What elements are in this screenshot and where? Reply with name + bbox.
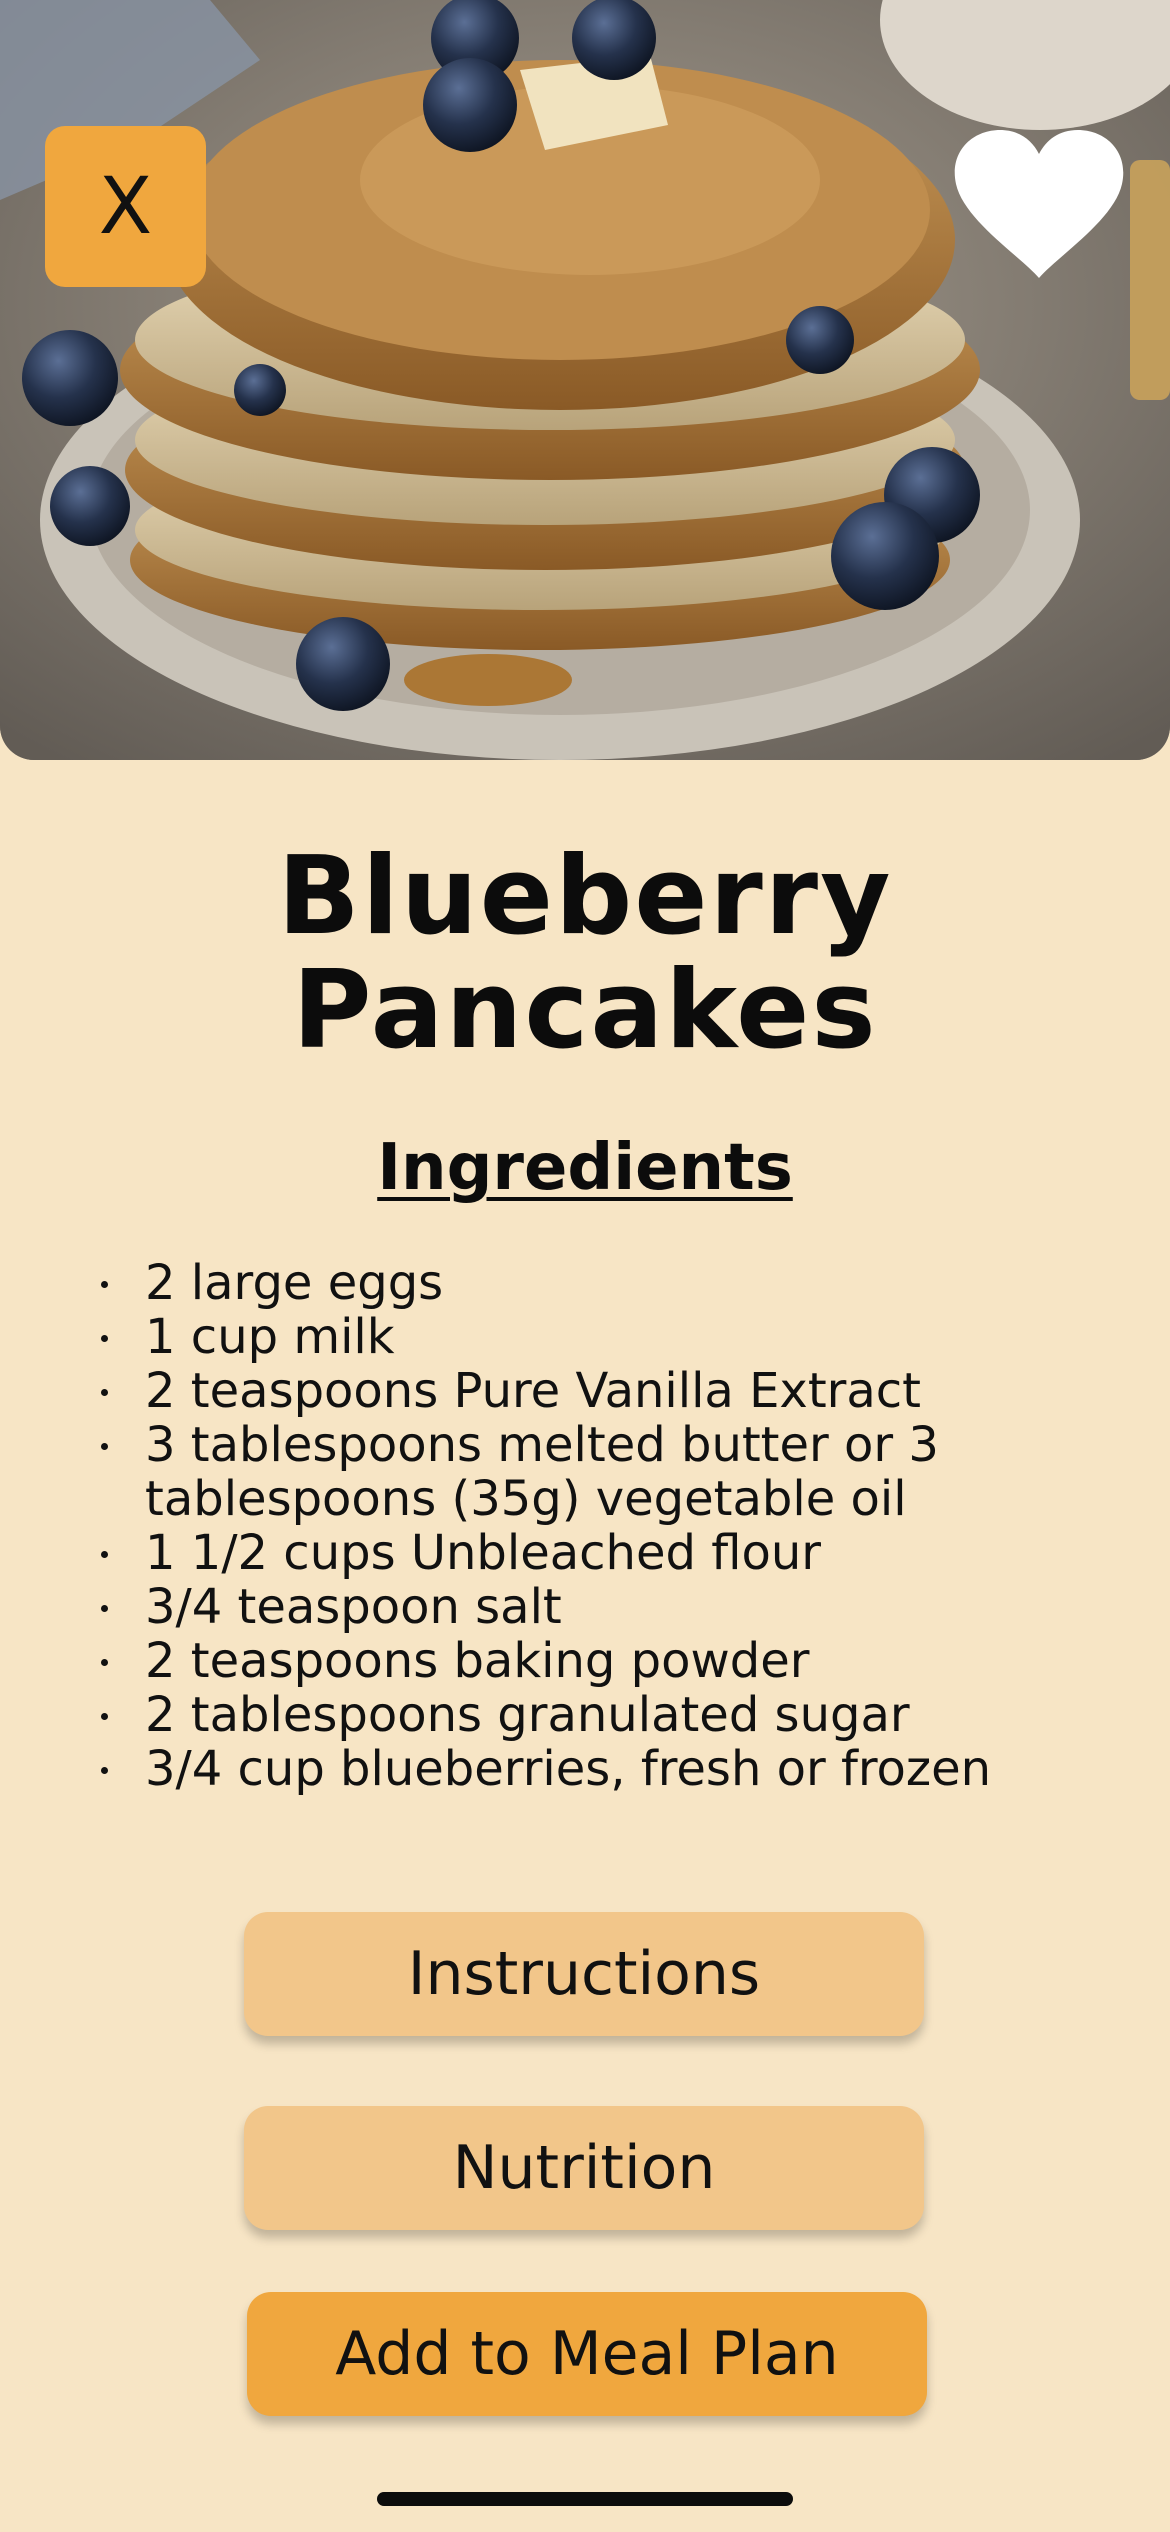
recipe-detail-screen: X Blueberry Pancakes Ingredients 2 large… — [0, 0, 1170, 2532]
ingredient-item: 3 tablespoons melted butter or 3 tablesp… — [95, 1418, 1095, 1526]
add-to-meal-plan-button-label: Add to Meal Plan — [335, 2319, 839, 2389]
nutrition-button-label: Nutrition — [452, 2133, 716, 2203]
ingredient-item: 2 teaspoons Pure Vanilla Extract — [95, 1364, 1095, 1418]
nutrition-button[interactable]: Nutrition — [244, 2106, 924, 2230]
close-icon: X — [98, 161, 153, 252]
recipe-title-line-2: Pancakes — [292, 948, 878, 1073]
favorite-button[interactable] — [950, 128, 1128, 286]
heart-icon — [954, 130, 1124, 278]
ingredient-item: 2 teaspoons baking powder — [95, 1634, 1095, 1688]
add-to-meal-plan-button[interactable]: Add to Meal Plan — [247, 2292, 927, 2416]
instructions-button-label: Instructions — [407, 1939, 761, 2009]
recipe-hero-image: X — [0, 0, 1170, 760]
recipe-title: Blueberry Pancakes — [0, 840, 1170, 1068]
ingredient-item: 2 large eggs — [95, 1256, 1095, 1310]
ingredients-list: 2 large eggs 1 cup milk 2 teaspoons Pure… — [95, 1256, 1095, 1796]
recipe-title-line-1: Blueberry — [277, 834, 893, 959]
home-indicator[interactable] — [377, 2492, 793, 2506]
pancake-stack-image — [0, 0, 1170, 760]
ingredient-item: 1 1/2 cups Unbleached flour — [95, 1526, 1095, 1580]
ingredient-item: 3/4 teaspoon salt — [95, 1580, 1095, 1634]
ingredients-heading: Ingredients — [0, 1128, 1170, 1208]
close-button[interactable]: X — [45, 126, 206, 287]
ingredient-item: 2 tablespoons granulated sugar — [95, 1688, 1095, 1742]
instructions-button[interactable]: Instructions — [244, 1912, 924, 2036]
ingredient-item: 1 cup milk — [95, 1310, 1095, 1364]
ingredients-heading-text: Ingredients — [377, 1131, 793, 1205]
ingredient-item: 3/4 cup blueberries, fresh or frozen — [95, 1742, 1095, 1796]
